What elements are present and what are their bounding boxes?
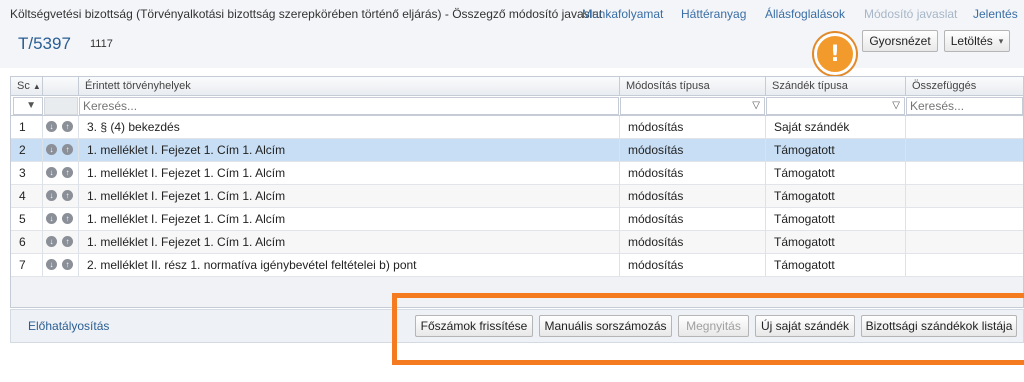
column-header-number-label: Sc	[17, 80, 30, 92]
row-relation	[906, 162, 1024, 185]
row-number: 3	[11, 162, 43, 185]
table-row[interactable]: 3 ↓ ↑ 1. melléklet I. Fejezet 1. Cím 1. …	[11, 162, 1023, 185]
row-location: 3. § (4) bekezdés	[79, 116, 620, 139]
row-location: 1. melléklet I. Fejezet 1. Cím 1. Alcím	[79, 139, 620, 162]
row-location: 2. melléklet II. rész 1. normatíva igény…	[79, 254, 620, 277]
column-header-number[interactable]: Sc ▲	[11, 77, 43, 96]
row-intent-type: Támogatott	[766, 185, 906, 208]
highlight-frame	[392, 293, 1024, 365]
row-relation	[906, 139, 1024, 162]
table-row[interactable]: 6 ↓ ↑ 1. melléklet I. Fejezet 1. Cím 1. …	[11, 231, 1023, 254]
row-relation	[906, 254, 1024, 277]
move-down-icon[interactable]: ↓	[46, 259, 57, 270]
nav-background[interactable]: Háttéranyag	[681, 7, 746, 21]
move-up-icon[interactable]: ↑	[62, 144, 73, 155]
row-location: 1. melléklet I. Fejezet 1. Cím 1. Alcím	[79, 185, 620, 208]
download-button[interactable]: Letöltés ▾	[944, 30, 1010, 52]
row-number: 1	[11, 116, 43, 139]
row-modification-type: módosítás	[620, 185, 766, 208]
row-intent-type: Támogatott	[766, 162, 906, 185]
row-relation	[906, 231, 1024, 254]
chevron-down-icon: ▽	[892, 100, 900, 111]
move-up-icon[interactable]: ↑	[62, 236, 73, 247]
move-down-icon[interactable]: ↓	[46, 167, 57, 178]
table-row[interactable]: 5 ↓ ↑ 1. melléklet I. Fejezet 1. Cím 1. …	[11, 208, 1023, 231]
column-header-modification-type[interactable]: Módosítás típusa	[620, 77, 766, 96]
filter-row: ▼ ▽ ▽	[11, 96, 1023, 116]
modification-type-filter[interactable]: ▽	[620, 97, 765, 115]
row-actions: ↓ ↑	[43, 116, 79, 139]
row-number: 7	[11, 254, 43, 277]
move-up-icon[interactable]: ↑	[62, 213, 73, 224]
column-header-actions	[43, 77, 79, 96]
quick-view-button[interactable]: Gyorsnézet	[862, 30, 938, 52]
document-number: 1117	[90, 38, 113, 50]
row-modification-type: módosítás	[620, 139, 766, 162]
row-relation	[906, 185, 1024, 208]
nav-workflow[interactable]: Munkafolyamat	[582, 7, 663, 21]
chevron-down-icon: ▾	[998, 35, 1004, 46]
move-up-icon[interactable]: ↑	[62, 190, 73, 201]
document-id: T/5397	[18, 34, 71, 53]
row-relation	[906, 116, 1024, 139]
chevron-down-icon: ▽	[752, 100, 760, 111]
row-intent-type: Támogatott	[766, 208, 906, 231]
dropdown-arrow-icon: ▼	[26, 100, 36, 111]
table-row[interactable]: 4 ↓ ↑ 1. melléklet I. Fejezet 1. Cím 1. …	[11, 185, 1023, 208]
move-up-icon[interactable]: ↑	[62, 167, 73, 178]
row-intent-type: Támogatott	[766, 254, 906, 277]
row-location: 1. melléklet I. Fejezet 1. Cím 1. Alcím	[79, 162, 620, 185]
column-header-locations[interactable]: Érintett törvényhelyek	[79, 77, 620, 96]
row-modification-type: módosítás	[620, 254, 766, 277]
row-intent-type: Saját szándék	[766, 116, 906, 139]
column-header-intent-type[interactable]: Szándék típusa	[766, 77, 906, 96]
column-header-relation[interactable]: Összefüggés	[906, 77, 1024, 96]
pre-effect-label: Előhatályosítás	[28, 319, 110, 333]
row-number: 6	[11, 231, 43, 254]
move-down-icon[interactable]: ↓	[46, 144, 57, 155]
move-down-icon[interactable]: ↓	[46, 236, 57, 247]
number-filter-dropdown[interactable]: ▼	[13, 97, 43, 115]
row-intent-type: Támogatott	[766, 139, 906, 162]
row-location: 1. melléklet I. Fejezet 1. Cím 1. Alcím	[79, 231, 620, 254]
grid-header: Sc ▲ Érintett törvényhelyek Módosítás tí…	[11, 77, 1023, 96]
row-actions: ↓ ↑	[43, 162, 79, 185]
breadcrumb: Költségvetési bizottság (Törvényalkotási…	[10, 7, 603, 21]
row-modification-type: módosítás	[620, 208, 766, 231]
row-number: 2	[11, 139, 43, 162]
move-up-icon[interactable]: ↑	[62, 121, 73, 132]
row-actions: ↓ ↑	[43, 231, 79, 254]
location-search-input[interactable]	[79, 97, 619, 115]
warning-icon[interactable]: !	[814, 33, 856, 75]
intent-type-filter[interactable]: ▽	[766, 97, 905, 115]
sort-asc-icon: ▲	[32, 82, 41, 91]
nav-amendment-proposal[interactable]: Módosító javaslat	[864, 7, 957, 21]
move-down-icon[interactable]: ↓	[46, 121, 57, 132]
row-number: 5	[11, 208, 43, 231]
row-actions: ↓ ↑	[43, 254, 79, 277]
nav-positions[interactable]: Állásfoglalások	[765, 7, 845, 21]
table-row-selected[interactable]: 2 ↓ ↑ 1. melléklet I. Fejezet 1. Cím 1. …	[11, 139, 1023, 162]
row-intent-type: Támogatott	[766, 231, 906, 254]
table-row[interactable]: 1 ↓ ↑ 3. § (4) bekezdés módosítás Saját …	[11, 116, 1023, 139]
row-actions: ↓ ↑	[43, 185, 79, 208]
row-actions: ↓ ↑	[43, 208, 79, 231]
quick-view-label: Gyorsnézet	[869, 34, 931, 48]
move-up-icon[interactable]: ↑	[62, 259, 73, 270]
nav-report[interactable]: Jelentés	[973, 7, 1018, 21]
row-modification-type: módosítás	[620, 162, 766, 185]
row-location: 1. melléklet I. Fejezet 1. Cím 1. Alcím	[79, 208, 620, 231]
download-label: Letöltés	[950, 34, 993, 48]
row-modification-type: módosítás	[620, 231, 766, 254]
row-relation	[906, 208, 1024, 231]
row-modification-type: módosítás	[620, 116, 766, 139]
row-actions: ↓ ↑	[43, 139, 79, 162]
amendments-grid: Sc ▲ Érintett törvényhelyek Módosítás tí…	[10, 76, 1024, 308]
move-down-icon[interactable]: ↓	[46, 190, 57, 201]
row-number: 4	[11, 185, 43, 208]
table-row[interactable]: 7 ↓ ↑ 2. melléklet II. rész 1. normatíva…	[11, 254, 1023, 277]
relation-search-input[interactable]	[906, 97, 1023, 115]
move-down-icon[interactable]: ↓	[46, 213, 57, 224]
actions-filter-placeholder	[44, 97, 78, 115]
